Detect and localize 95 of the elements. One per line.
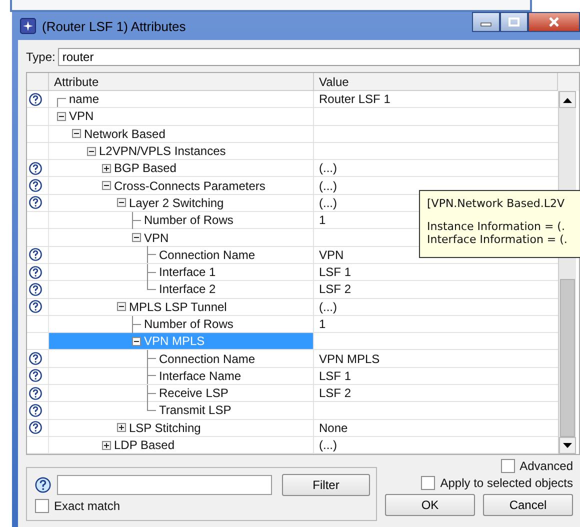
expand-toggle-icon[interactable] xyxy=(87,146,96,156)
tree-line xyxy=(132,316,141,333)
type-label: Type: xyxy=(26,50,56,64)
help-icon[interactable] xyxy=(29,352,42,366)
attribute-name[interactable]: LSP Stitching xyxy=(129,420,201,435)
attribute-name[interactable]: Receive LSP xyxy=(159,386,228,400)
tree-line xyxy=(147,367,156,384)
attribute-value[interactable]: VPN MPLS xyxy=(319,352,380,366)
attribute-name[interactable]: Interface 1 xyxy=(159,265,216,280)
attribute-value[interactable]: (...) xyxy=(319,178,337,193)
help-icon[interactable] xyxy=(29,92,42,106)
attribute-name[interactable]: Interface Name xyxy=(159,368,242,383)
attribute-value[interactable]: LSF 2 xyxy=(319,386,352,400)
app-icon xyxy=(20,18,36,34)
type-field[interactable]: router xyxy=(58,48,580,66)
expand-toggle-icon[interactable] xyxy=(117,423,126,432)
checkbox[interactable] xyxy=(35,499,49,514)
attribute-name[interactable]: Network Based xyxy=(84,126,166,141)
scroll-down-button[interactable] xyxy=(559,437,576,454)
arrow-up-icon xyxy=(563,96,572,102)
minimize-button[interactable] xyxy=(472,12,500,32)
expand-toggle-icon[interactable] xyxy=(117,302,126,312)
expand-toggle-icon[interactable] xyxy=(57,112,66,121)
help-icon[interactable] xyxy=(29,300,42,314)
cancel-button[interactable]: Cancel xyxy=(483,494,573,516)
attribute-value[interactable]: None xyxy=(319,420,348,435)
window-title: (Router LSF 1) Attributes xyxy=(42,18,186,34)
attribute-value[interactable]: VPN xyxy=(319,248,344,262)
filter-field[interactable] xyxy=(57,475,272,496)
attribute-name[interactable]: Connection Name xyxy=(159,248,256,262)
close-button[interactable] xyxy=(528,12,580,32)
attribute-name[interactable]: MPLS LSP Tunnel xyxy=(129,300,227,314)
column-header[interactable]: Value xyxy=(314,73,558,91)
tree-line xyxy=(147,246,156,264)
help-icon[interactable] xyxy=(29,196,42,210)
checkbox-label[interactable]: Exact match xyxy=(54,499,120,514)
ok-button[interactable]: OK xyxy=(385,494,475,516)
attribute-name[interactable]: Number of Rows xyxy=(144,213,234,228)
attribute-name[interactable]: L2VPN/VPLS Instances xyxy=(99,144,226,158)
help-icon[interactable] xyxy=(29,179,42,192)
help-icon[interactable] xyxy=(29,248,42,262)
attribute-value[interactable]: LSF 1 xyxy=(319,368,352,383)
help-icon[interactable] xyxy=(35,477,51,494)
help-icon[interactable] xyxy=(29,386,42,400)
attribute-value[interactable]: LSF 2 xyxy=(319,282,352,296)
expand-toggle-icon[interactable] xyxy=(132,233,141,242)
attribute-name[interactable]: Number of Rows xyxy=(144,317,234,331)
tooltip-line: Instance Information = (. xyxy=(427,220,566,233)
checkbox[interactable] xyxy=(421,476,436,490)
scroll-up-button[interactable] xyxy=(559,91,576,108)
attribute-value[interactable]: (...) xyxy=(319,438,337,452)
help-icon[interactable] xyxy=(29,282,42,296)
expand-toggle-icon[interactable] xyxy=(132,336,141,346)
tree-line xyxy=(147,350,156,368)
attribute-value[interactable]: (...) xyxy=(319,196,337,210)
scroll-thumb[interactable] xyxy=(560,279,575,438)
attribute-name[interactable]: Interface 2 xyxy=(159,282,216,296)
attribute-value[interactable]: LSF 1 xyxy=(319,265,352,280)
attribute-name[interactable]: LDP Based xyxy=(114,438,174,452)
expand-toggle-icon[interactable] xyxy=(102,181,111,190)
help-icon[interactable] xyxy=(29,162,42,175)
attribute-value[interactable]: (...) xyxy=(319,300,337,314)
checkbox-label[interactable]: Advanced xyxy=(520,459,573,474)
attribute-value[interactable]: (...) xyxy=(319,161,337,176)
filter-button[interactable]: Filter xyxy=(282,474,370,496)
maximize-icon xyxy=(508,17,520,27)
help-icon[interactable] xyxy=(29,404,42,417)
attribute-name[interactable]: Layer 2 Switching xyxy=(129,196,224,210)
help-icon[interactable] xyxy=(29,421,42,434)
expand-toggle-icon[interactable] xyxy=(102,164,111,173)
attribute-value[interactable]: 1 xyxy=(319,317,326,331)
help-icon[interactable] xyxy=(29,369,42,382)
attribute-name[interactable]: Cross-Connects Parameters xyxy=(114,178,266,193)
expand-toggle-icon[interactable] xyxy=(117,198,126,208)
tree-line xyxy=(57,98,66,108)
attribute-name[interactable]: VPN xyxy=(144,230,169,245)
column-header[interactable]: Attribute xyxy=(49,73,314,91)
checkbox-label[interactable]: Apply to selected objects xyxy=(440,476,573,490)
tooltip-line: Interface Information = (. xyxy=(427,233,568,246)
attribute-name[interactable]: name xyxy=(69,92,100,106)
attribute-name[interactable]: Transmit LSP xyxy=(159,403,232,418)
tree-line xyxy=(132,212,141,229)
attribute-value[interactable]: 1 xyxy=(319,213,326,228)
checkbox[interactable] xyxy=(500,459,515,474)
arrow-down-icon xyxy=(563,442,572,449)
expand-toggle-icon[interactable] xyxy=(102,440,111,450)
attribute-value[interactable]: Router LSF 1 xyxy=(319,92,390,106)
attribute-name[interactable]: BGP Based xyxy=(114,161,176,176)
attribute-name[interactable]: VPN xyxy=(69,109,94,124)
expand-toggle-icon[interactable] xyxy=(72,129,81,138)
tooltip-line: [VPN.Network Based.L2V xyxy=(427,197,566,210)
maximize-button[interactable] xyxy=(500,12,528,32)
help-icon[interactable] xyxy=(29,266,42,279)
attribute-name[interactable]: Connection Name xyxy=(159,352,256,366)
close-icon xyxy=(548,17,560,27)
